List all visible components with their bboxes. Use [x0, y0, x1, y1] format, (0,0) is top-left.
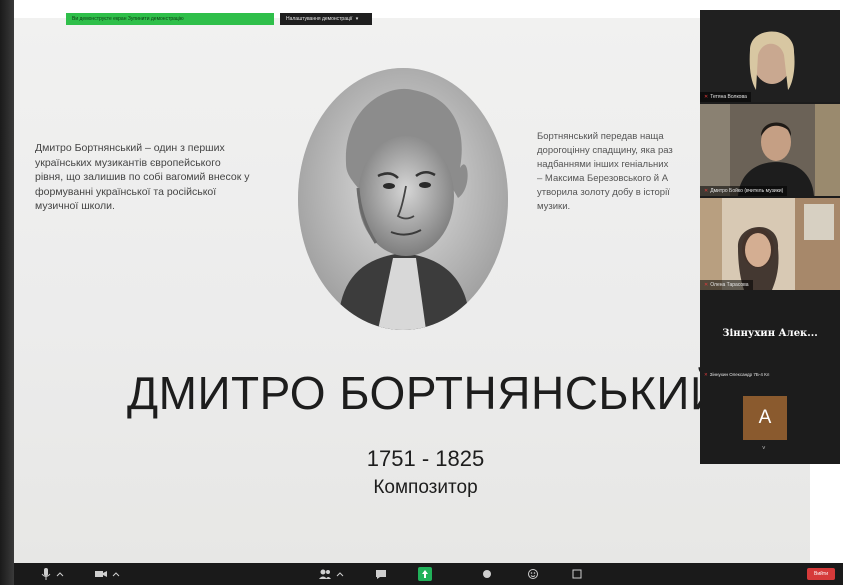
- right-text-line: надбаннями інших геніальних: [537, 159, 669, 170]
- record-icon[interactable]: [480, 567, 494, 581]
- portrait-drawing: [298, 68, 508, 330]
- screen-share-banner[interactable]: Ви демонструєте екран Зупинити демонстра…: [66, 13, 274, 25]
- avatar: A: [743, 396, 787, 440]
- leave-button[interactable]: Вийти: [807, 568, 835, 580]
- left-text-line: музичної школи.: [35, 200, 115, 212]
- participant-name: Зіннухин Олександр 7Б-4 Кл: [709, 372, 770, 377]
- share-options-label: Налаштування демонстрації: [286, 16, 353, 22]
- slide-right-text: Бортнянський передав наща дорогоцінну сп…: [537, 130, 707, 214]
- meeting-toolbar: Вийти: [14, 563, 843, 585]
- participant-name-bar: ✕ Тетяна Волкова: [700, 92, 751, 102]
- participants-panel: ✕ Тетяна Волкова ✕ Дмитро Бойко (вчитель м…: [700, 10, 840, 464]
- participant-name: Олена Тарасова: [710, 282, 749, 288]
- right-text-line: музики.: [537, 201, 571, 212]
- left-text-line: Дмитро Бортнянський – один з перших: [35, 142, 225, 154]
- microphone-icon[interactable]: [40, 567, 52, 581]
- left-text-line: рівня, що залишив по собі вагомий внесок…: [35, 171, 250, 183]
- video-camera-icon[interactable]: [94, 567, 108, 581]
- participant-name-bar: ✕ Зіннухин Олександр 7Б-4 Кл: [700, 370, 773, 380]
- chevron-down-icon: ▾: [355, 16, 359, 22]
- participant-tile[interactable]: A ˅: [700, 382, 840, 464]
- chevron-up-icon[interactable]: [112, 567, 120, 581]
- participants-icon[interactable]: [318, 567, 332, 581]
- left-text-line: формуванні української та російської: [35, 185, 217, 198]
- participant-name-bar: ✕ Олена Тарасова: [700, 280, 753, 290]
- chevron-up-icon[interactable]: [336, 567, 344, 581]
- portrait-image: [298, 68, 508, 330]
- participant-tile[interactable]: Зіннухин Алек... ✕ Зіннухин Олександр 7Б-…: [700, 292, 840, 380]
- mic-muted-icon: ✕: [704, 188, 709, 194]
- share-options-button[interactable]: Налаштування демонстрації ▾: [280, 13, 372, 25]
- left-text-line: українських музикантів європейського: [35, 156, 221, 169]
- right-text-line: – Максима Березовського й А: [537, 173, 669, 184]
- participant-name: Тетяна Волкова: [710, 94, 747, 100]
- participant-video: [700, 10, 840, 102]
- mic-muted-icon: ✕: [704, 372, 708, 377]
- slide-left-text: Дмитро Бортнянський – один з перших укра…: [35, 141, 285, 214]
- chat-icon[interactable]: [374, 567, 388, 581]
- monitor-bezel-left: [0, 0, 14, 585]
- chevron-up-icon[interactable]: [56, 567, 64, 581]
- participant-video: [700, 198, 840, 290]
- reactions-icon[interactable]: [526, 567, 540, 581]
- slide-title: ДМИТРО БОРТНЯНСЬКИЙ: [127, 367, 724, 419]
- share-screen-icon[interactable]: [418, 567, 432, 581]
- apps-icon[interactable]: [570, 567, 584, 581]
- participant-tile[interactable]: ✕ Олена Тарасова: [700, 198, 840, 290]
- participant-tile[interactable]: ✕ Дмитро Бойко (вчитель музики): [700, 104, 840, 196]
- right-text-line: Бортнянський передав наща: [537, 131, 664, 142]
- right-text-line: дорогоцінну спадщину, яка раз: [537, 145, 673, 156]
- mic-muted-icon: ✕: [704, 282, 709, 288]
- monitor-screen: Ви демонструєте екран Зупинити демонстра…: [0, 0, 843, 585]
- participant-tile[interactable]: ✕ Тетяна Волкова: [700, 10, 840, 102]
- participant-name: Дмитро Бойко (вчитель музики): [710, 188, 784, 194]
- slide-role: Композитор: [373, 477, 478, 498]
- participant-display-name: Зіннухин Алек...: [722, 328, 818, 339]
- participant-name-bar: ✕ Дмитро Бойко (вчитель музики): [700, 186, 788, 196]
- participant-video: [700, 104, 840, 196]
- right-text-line: утворила золоту добу в історії: [537, 187, 670, 198]
- chevron-down-icon[interactable]: ˅: [762, 446, 766, 452]
- mic-muted-icon: ✕: [704, 94, 709, 100]
